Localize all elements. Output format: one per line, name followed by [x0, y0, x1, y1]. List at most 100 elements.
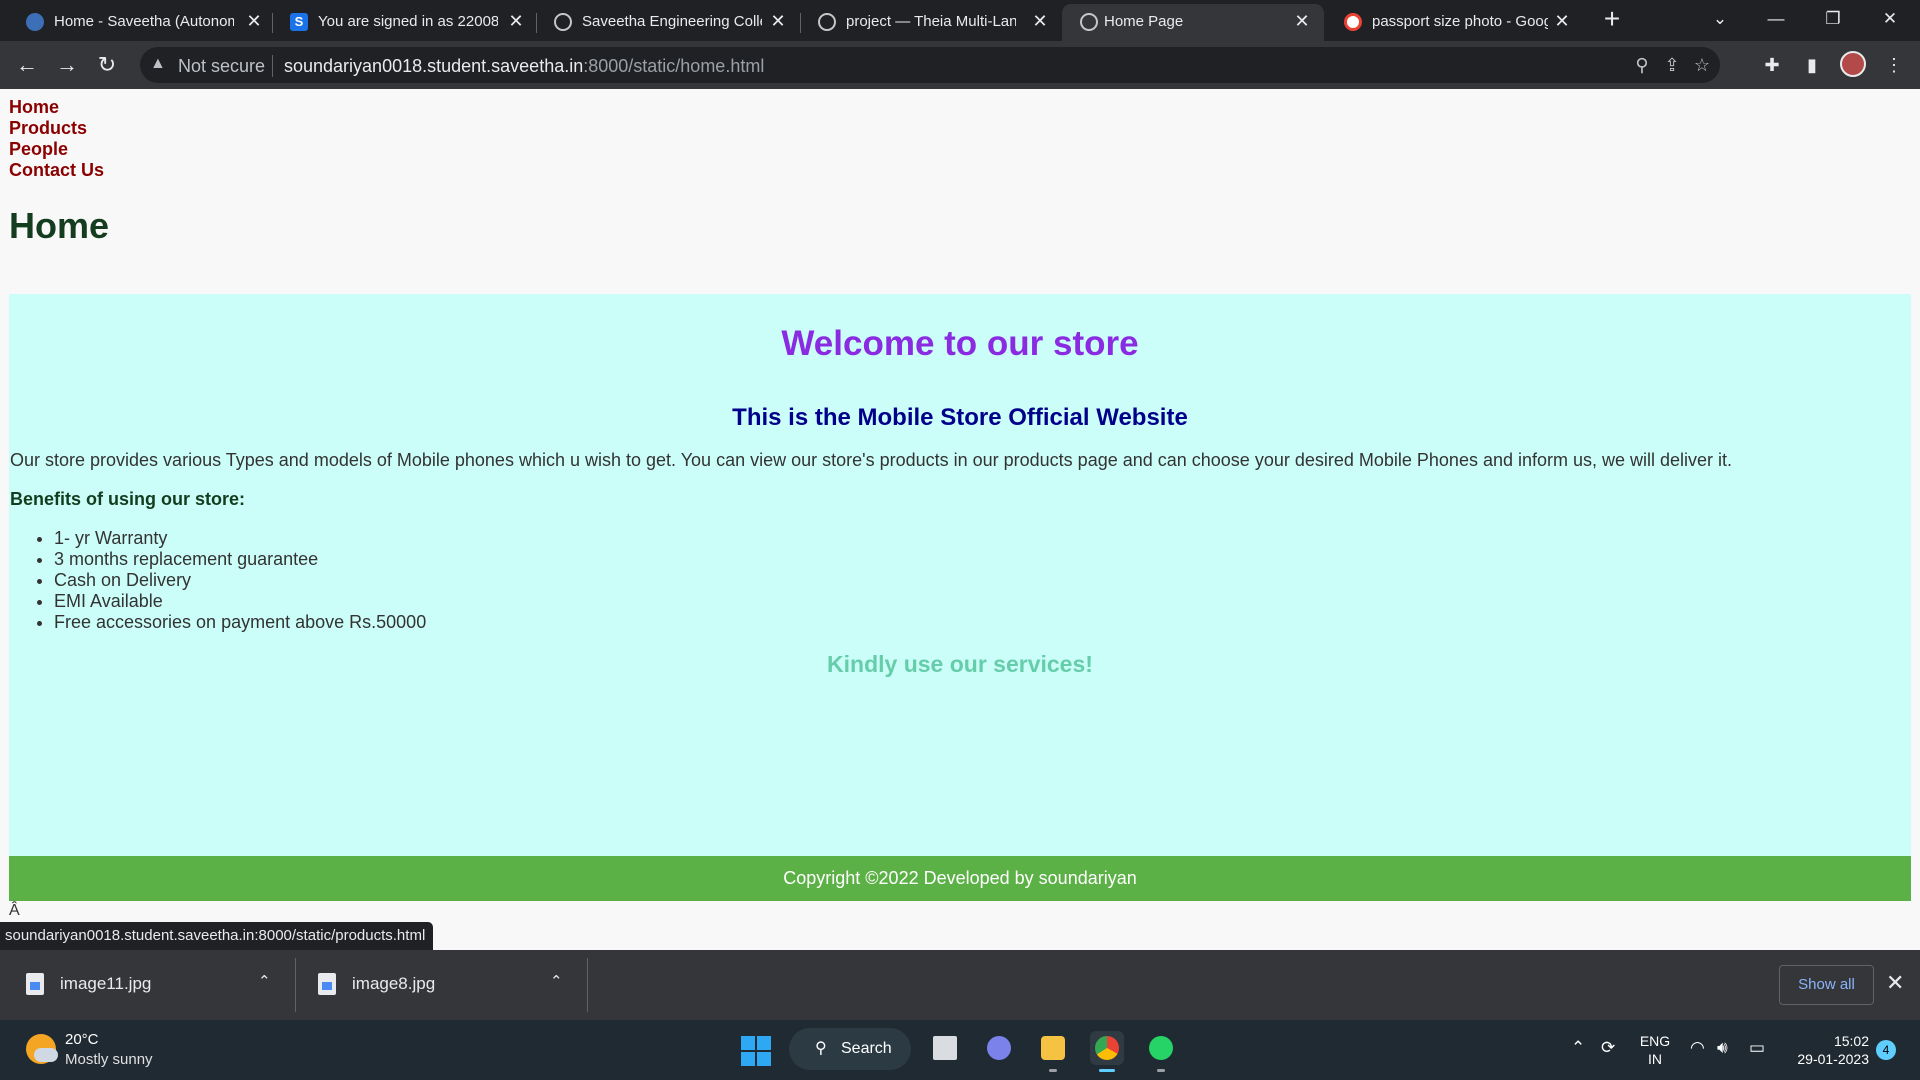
- page-title: Home: [9, 205, 110, 246]
- closing-message: Kindly use our services!: [827, 651, 1093, 677]
- tab-title: You are signed in as 220081: [318, 13, 498, 30]
- chrome-glyph: [1095, 1036, 1119, 1060]
- globe-icon: [1080, 13, 1098, 31]
- globe-icon: [554, 13, 572, 31]
- active-indicator: [1099, 1069, 1115, 1072]
- search-label: Search: [841, 1040, 892, 1057]
- tab-title: Home Page: [1104, 13, 1184, 30]
- store-content: Welcome to our store This is the Mobile …: [9, 294, 1911, 857]
- chrome-icon[interactable]: [1090, 1031, 1124, 1072]
- tab-google-search[interactable]: passport size photo - Google ✕: [1326, 4, 1588, 41]
- chevron-up-icon[interactable]: ⌃: [1571, 1038, 1585, 1058]
- nav-link-contact-us[interactable]: Contact Us: [9, 160, 104, 181]
- volume-icon[interactable]: 🔊︎: [1717, 1038, 1728, 1058]
- extensions-puzzle-icon[interactable]: ✚: [1758, 51, 1786, 79]
- page-viewport: Home Products People Contact Us Home Wel…: [0, 89, 1920, 950]
- forward-arrow-icon[interactable]: →: [53, 51, 81, 79]
- close-icon[interactable]: ✕: [1292, 10, 1312, 32]
- back-arrow-icon[interactable]: ←: [13, 51, 41, 79]
- menu-kebab-icon[interactable]: ⋮: [1880, 51, 1908, 79]
- page-footer: Copyright ©2022 Developed by soundariyan: [9, 856, 1911, 901]
- chevron-up-icon[interactable]: ⌃: [258, 972, 271, 990]
- google-icon: [1344, 13, 1362, 31]
- url-text[interactable]: soundariyan0018.student.saveetha.in:8000…: [284, 56, 764, 77]
- download-divider: [587, 958, 588, 1012]
- new-tab-button[interactable]: +: [1598, 5, 1626, 34]
- wifi-icon[interactable]: ◠: [1690, 1038, 1705, 1058]
- nav-link-home[interactable]: Home: [9, 97, 104, 118]
- zoom-icon[interactable]: ⚲: [1630, 53, 1654, 77]
- avatar[interactable]: [1840, 51, 1866, 77]
- benefits-list: 1- yr Warranty 3 months replacement guar…: [54, 528, 426, 633]
- address-bar[interactable]: ▲ Not secure soundariyan0018.student.sav…: [140, 47, 1720, 83]
- show-all-button[interactable]: Show all: [1779, 965, 1874, 1005]
- warning-triangle-icon: ▲: [150, 55, 166, 72]
- weather-description[interactable]: Mostly sunny: [65, 1051, 153, 1068]
- download-filename: image11.jpg: [60, 974, 152, 993]
- battery-icon[interactable]: ▭: [1749, 1038, 1765, 1058]
- running-indicator: [1157, 1069, 1165, 1072]
- nav-link-products[interactable]: Products: [9, 118, 104, 139]
- whatsapp-glyph: [1149, 1036, 1173, 1060]
- welcome-heading: Welcome to our store: [781, 324, 1139, 363]
- weather-sun-cloud-icon[interactable]: [26, 1034, 58, 1064]
- s-favicon-icon: S: [290, 13, 308, 31]
- task-view-icon[interactable]: [928, 1031, 962, 1065]
- tab-home-page[interactable]: Home Page ✕: [1062, 4, 1324, 41]
- clock-date: 29-01-2023: [1797, 1051, 1869, 1067]
- share-icon[interactable]: ⇪: [1660, 53, 1684, 77]
- taskbar-search-button[interactable]: ⚲ Search: [789, 1028, 911, 1070]
- restore-icon[interactable]: ❐: [1813, 4, 1853, 34]
- image-file-icon: [26, 973, 44, 995]
- tab-theia-project[interactable]: project — Theia Multi-Language ✕: [800, 4, 1062, 41]
- globe-icon: [818, 13, 836, 31]
- tab-title: project — Theia Multi-Language: [846, 13, 1016, 30]
- teams-chat-icon[interactable]: [982, 1031, 1016, 1065]
- nav-link-people[interactable]: People: [9, 139, 104, 160]
- tab-title: passport size photo - Google: [1372, 13, 1548, 30]
- omnibox-divider: [272, 55, 273, 77]
- language-indicator[interactable]: ENG IN: [1637, 1032, 1673, 1068]
- download-item-image11[interactable]: image11.jpg ⌃: [0, 950, 294, 1020]
- tab-saveetha-home[interactable]: Home - Saveetha (Autonomous) ✕: [8, 4, 270, 41]
- task-view-glyph: [933, 1036, 957, 1060]
- windows-taskbar: 20°C Mostly sunny ⚲ Search ⌃ ⟳ ENG IN ◠ …: [0, 1020, 1920, 1080]
- benefits-heading: Benefits of using our store:: [10, 489, 246, 509]
- close-icon[interactable]: ✕: [768, 10, 788, 32]
- reload-icon[interactable]: ↻: [93, 51, 121, 79]
- browser-toolbar: ← → ↻ ▲ Not secure soundariyan0018.stude…: [0, 41, 1920, 89]
- tab-saveetha-engineering[interactable]: Saveetha Engineering College ✕: [536, 4, 798, 41]
- list-item: 3 months replacement guarantee: [54, 549, 426, 570]
- tab-title: Home - Saveetha (Autonomous): [54, 13, 234, 30]
- close-icon[interactable]: ✕: [506, 10, 526, 32]
- windows-start-icon[interactable]: [741, 1036, 771, 1066]
- list-item: Free accessories on payment above Rs.500…: [54, 612, 426, 633]
- tab-search-chevron-icon[interactable]: ⌄: [1700, 4, 1740, 34]
- close-icon[interactable]: ✕: [1886, 970, 1904, 996]
- bookmark-star-icon[interactable]: ☆: [1690, 53, 1714, 77]
- list-item: EMI Available: [54, 591, 426, 612]
- close-icon[interactable]: ✕: [244, 10, 264, 32]
- chevron-up-icon[interactable]: ⌃: [550, 972, 563, 990]
- browser-tabstrip: Home - Saveetha (Autonomous) ✕ S You are…: [0, 0, 1920, 41]
- site-nav: Home Products People Contact Us: [9, 97, 104, 181]
- search-icon: ⚲: [815, 1040, 827, 1057]
- minimize-icon[interactable]: —: [1756, 4, 1796, 34]
- side-panel-icon[interactable]: ▮: [1798, 51, 1826, 79]
- notification-badge[interactable]: 4: [1876, 1040, 1896, 1060]
- tab-title: Saveetha Engineering College: [582, 13, 762, 30]
- weather-temperature[interactable]: 20°C: [65, 1031, 99, 1048]
- list-item: 1- yr Warranty: [54, 528, 426, 549]
- download-item-image8[interactable]: image8.jpg ⌃: [292, 950, 586, 1020]
- window-close-icon[interactable]: ✕: [1870, 4, 1910, 34]
- close-icon[interactable]: ✕: [1030, 10, 1050, 32]
- image-file-icon: [318, 973, 336, 995]
- system-clock[interactable]: 15:02 29-01-2023: [1785, 1032, 1869, 1068]
- close-icon[interactable]: ✕: [1552, 10, 1572, 32]
- running-indicator: [1049, 1069, 1057, 1072]
- sync-icon[interactable]: ⟳: [1601, 1038, 1615, 1058]
- file-explorer-icon[interactable]: [1036, 1031, 1070, 1072]
- not-secure-label[interactable]: Not secure: [178, 56, 265, 77]
- tab-signed-in[interactable]: S You are signed in as 220081 ✕: [272, 4, 534, 41]
- whatsapp-icon[interactable]: [1144, 1031, 1178, 1072]
